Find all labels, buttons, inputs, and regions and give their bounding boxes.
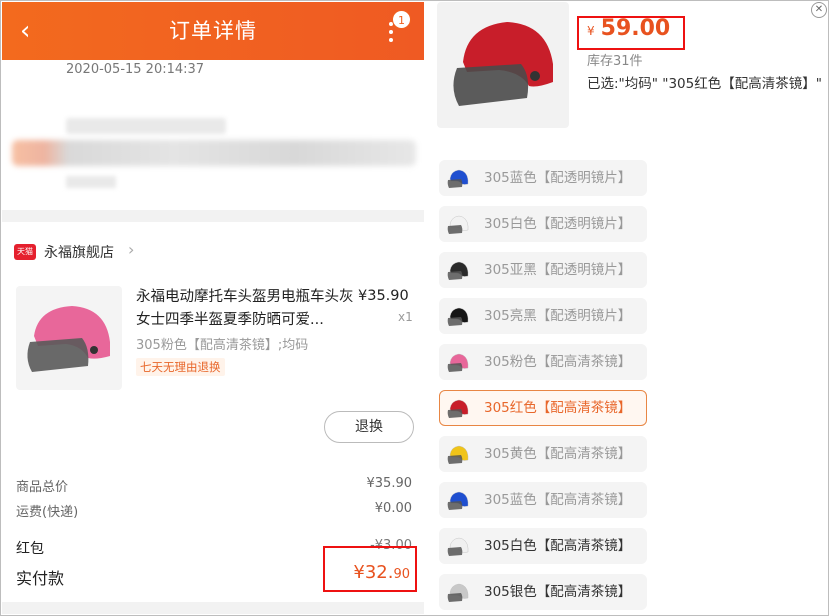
helmet-icon bbox=[447, 583, 469, 602]
page-title: 订单详情 bbox=[169, 19, 257, 43]
sku-option-label: 305红色【配高清茶镜】 bbox=[484, 400, 632, 416]
sku-option-label: 305蓝色【配高清茶镜】 bbox=[484, 492, 632, 508]
sku-option-label: 305黄色【配高清茶镜】 bbox=[484, 446, 632, 462]
helmet-icon bbox=[447, 261, 469, 280]
selected-spec: 已选:"均码" "305红色【配高清茶镜】" bbox=[587, 76, 822, 92]
stock-count: 库存31件 bbox=[587, 54, 643, 69]
helmet-icon bbox=[447, 353, 469, 372]
chevron-right-icon[interactable]: › bbox=[128, 240, 134, 259]
product-spec: 305粉色【配高清茶镜】;均码 bbox=[136, 338, 309, 353]
top-bar: ‹ 订单详情 1 bbox=[2, 2, 424, 60]
shipping-label: 运费(快递) bbox=[16, 505, 79, 520]
blurred-address bbox=[12, 140, 416, 166]
tmall-shop-icon: 天猫 bbox=[14, 244, 36, 260]
sku-option-label: 305白色【配透明镜片】 bbox=[484, 216, 632, 232]
refund-button[interactable]: 退换 bbox=[324, 411, 414, 443]
order-detail-panel: ‹ 订单详情 1 2020-05-15 20:14:37 天猫 永福旗舰店 › … bbox=[2, 2, 424, 614]
section-divider bbox=[2, 602, 424, 614]
sku-option-label: 305蓝色【配透明镜片】 bbox=[484, 170, 632, 186]
sku-option-label: 305粉色【配高清茶镜】 bbox=[484, 354, 632, 370]
paid-amount-label: 实付款 bbox=[16, 569, 65, 588]
sku-option-label: 305亮黑【配透明镜片】 bbox=[484, 308, 632, 324]
sku-option[interactable]: 305红色【配高清茶镜】 bbox=[439, 390, 647, 426]
sku-option-label: 305银色【配高清茶镜】 bbox=[484, 584, 632, 600]
sku-option[interactable]: 305亮黑【配透明镜片】 bbox=[439, 298, 647, 334]
notification-badge: 1 bbox=[392, 10, 411, 29]
blurred-info bbox=[66, 176, 116, 188]
helmet-icon bbox=[447, 537, 469, 556]
helmet-icon bbox=[447, 169, 469, 188]
sku-option[interactable]: 305白色【配高清茶镜】 bbox=[439, 528, 647, 564]
product-image[interactable] bbox=[16, 286, 122, 390]
highlight-box bbox=[323, 546, 417, 592]
blurred-info bbox=[66, 118, 226, 134]
shipping-value: ¥0.00 bbox=[374, 501, 412, 516]
goods-total-label: 商品总价 bbox=[16, 480, 69, 495]
sku-option-label: 305白色【配高清茶镜】 bbox=[484, 538, 632, 554]
sku-option[interactable]: 305黄色【配高清茶镜】 bbox=[439, 436, 647, 472]
goods-total-value: ¥35.90 bbox=[366, 476, 413, 491]
sku-option[interactable]: 305白色【配透明镜片】 bbox=[439, 206, 647, 242]
sku-option[interactable]: 305粉色【配高清茶镜】 bbox=[439, 344, 647, 380]
red-packet-label: 红包 bbox=[16, 541, 44, 557]
sku-selector-panel: ¥59.00 库存31件 已选:"均码" "305红色【配高清茶镜】" ✕ 30… bbox=[427, 2, 827, 614]
helmet-icon bbox=[447, 307, 469, 326]
helmet-icon bbox=[447, 491, 469, 510]
helmet-icon bbox=[447, 445, 469, 464]
product-title[interactable]: 永福电动摩托车头盔男电瓶车头灰女士四季半盔夏季防晒可爱... bbox=[136, 286, 354, 332]
sku-option[interactable]: 305蓝色【配高清茶镜】 bbox=[439, 482, 647, 518]
helmet-icon bbox=[447, 399, 469, 418]
return-policy-badge: 七天无理由退换 bbox=[136, 358, 225, 376]
helmet-icon bbox=[453, 22, 553, 106]
close-icon[interactable]: ✕ bbox=[811, 2, 827, 18]
section-divider bbox=[2, 210, 424, 222]
highlight-box bbox=[577, 16, 685, 50]
sku-image[interactable] bbox=[437, 2, 569, 128]
sku-option[interactable]: 305亚黑【配透明镜片】 bbox=[439, 252, 647, 288]
helmet-icon bbox=[27, 306, 110, 372]
shop-name[interactable]: 永福旗舰店 bbox=[44, 242, 114, 262]
sku-option-label: 305亚黑【配透明镜片】 bbox=[484, 262, 632, 278]
helmet-icon bbox=[447, 215, 469, 234]
sku-option[interactable]: 305银色【配高清茶镜】 bbox=[439, 574, 647, 610]
product-quantity: x1 bbox=[398, 310, 413, 324]
sku-option[interactable]: 305蓝色【配透明镜片】 bbox=[439, 160, 647, 196]
order-date: 2020-05-15 20:14:37 bbox=[66, 62, 205, 77]
product-price: ¥35.90 bbox=[358, 288, 409, 304]
